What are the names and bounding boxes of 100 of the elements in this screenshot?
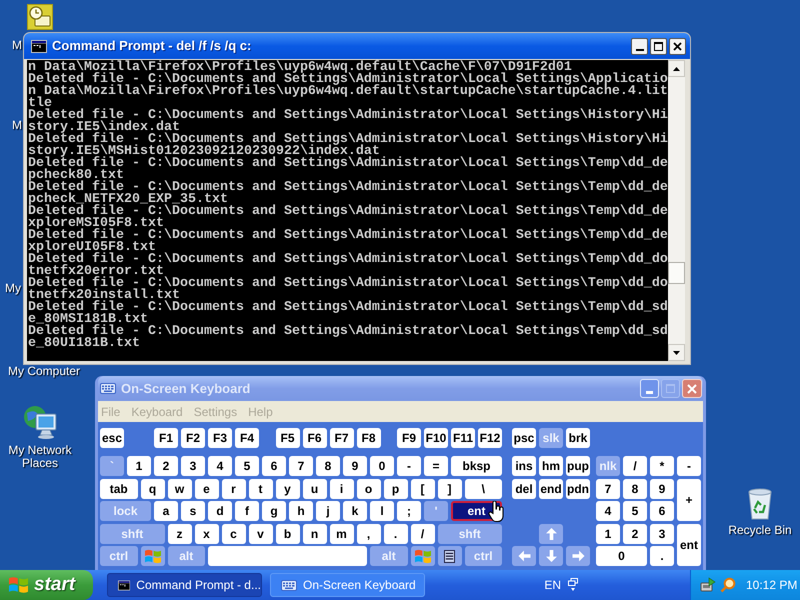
key[interactable]: 7 bbox=[596, 478, 620, 498]
key[interactable]: . bbox=[384, 524, 408, 544]
key[interactable]: pdn bbox=[566, 478, 590, 498]
key[interactable]: z bbox=[168, 524, 192, 544]
key[interactable]: F1 bbox=[154, 428, 178, 448]
key[interactable]: - bbox=[677, 456, 701, 476]
key[interactable]: [ bbox=[410, 478, 434, 498]
key[interactable]: 7 bbox=[289, 456, 313, 476]
key[interactable]: 8 bbox=[316, 456, 340, 476]
key[interactable]: * bbox=[650, 456, 674, 476]
key[interactable]: F4 bbox=[235, 428, 259, 448]
key[interactable]: y bbox=[276, 478, 300, 498]
key[interactable]: g bbox=[262, 501, 286, 521]
key[interactable]: c bbox=[222, 524, 246, 544]
key[interactable]: r bbox=[222, 478, 246, 498]
key[interactable]: 1 bbox=[596, 524, 620, 544]
key[interactable]: del bbox=[512, 478, 536, 498]
magnifier-icon[interactable] bbox=[720, 577, 736, 593]
key[interactable]: ] bbox=[438, 478, 462, 498]
key[interactable]: m bbox=[330, 524, 354, 544]
arrow-down-key[interactable] bbox=[539, 546, 563, 566]
key[interactable]: a bbox=[154, 501, 178, 521]
key[interactable]: 8 bbox=[623, 478, 647, 498]
key[interactable]: F5 bbox=[276, 428, 300, 448]
key[interactable]: u bbox=[302, 478, 326, 498]
menu-key[interactable] bbox=[438, 546, 462, 566]
key[interactable]: ent bbox=[677, 524, 701, 566]
key[interactable]: o bbox=[356, 478, 380, 498]
key[interactable]: 9 bbox=[343, 456, 367, 476]
key[interactable]: 9 bbox=[650, 478, 674, 498]
key[interactable]: = bbox=[424, 456, 448, 476]
arrow-up-key[interactable] bbox=[539, 524, 563, 544]
key[interactable]: 0 bbox=[596, 546, 647, 566]
key[interactable]: ins bbox=[512, 456, 536, 476]
key[interactable]: psc bbox=[512, 428, 536, 448]
key[interactable]: 5 bbox=[235, 456, 259, 476]
key[interactable]: 2 bbox=[623, 524, 647, 544]
key[interactable]: F11 bbox=[451, 428, 475, 448]
key[interactable]: q bbox=[140, 478, 164, 498]
key[interactable]: brk bbox=[566, 428, 590, 448]
scrollbar-track[interactable] bbox=[668, 60, 685, 361]
arrow-right-key[interactable] bbox=[566, 546, 590, 566]
key[interactable]: hm bbox=[539, 456, 563, 476]
desktop-icon-label[interactable]: My Computer bbox=[8, 365, 80, 378]
key[interactable]: F8 bbox=[356, 428, 380, 448]
key[interactable]: b bbox=[276, 524, 300, 544]
key[interactable]: s bbox=[181, 501, 205, 521]
key[interactable]: 4 bbox=[208, 456, 232, 476]
desktop-icon-label[interactable]: My Network Places bbox=[4, 444, 76, 470]
key[interactable]: - bbox=[397, 456, 421, 476]
arrow-left-key[interactable] bbox=[512, 546, 536, 566]
key[interactable]: 6 bbox=[262, 456, 286, 476]
minimize-button[interactable] bbox=[631, 38, 648, 54]
key[interactable]: 4 bbox=[596, 501, 620, 521]
key[interactable]: f bbox=[235, 501, 259, 521]
clock-card-icon[interactable] bbox=[27, 4, 53, 30]
key[interactable]: k bbox=[343, 501, 367, 521]
key[interactable]: 0 bbox=[370, 456, 394, 476]
key[interactable]: 6 bbox=[650, 501, 674, 521]
desktop-icon-label[interactable]: M bbox=[12, 119, 22, 132]
scroll-down-button[interactable] bbox=[668, 344, 685, 361]
key[interactable]: end bbox=[539, 478, 563, 498]
globe-monitor-icon[interactable] bbox=[22, 404, 58, 440]
desktop-icon-label[interactable]: My bbox=[5, 282, 21, 295]
key[interactable]: pup bbox=[566, 456, 590, 476]
desktop-icon-label[interactable]: M bbox=[12, 39, 22, 52]
key[interactable]: n bbox=[302, 524, 326, 544]
restore-arrow-icon[interactable] bbox=[568, 578, 578, 592]
key[interactable]: F6 bbox=[302, 428, 326, 448]
key[interactable]: p bbox=[384, 478, 408, 498]
key[interactable]: h bbox=[289, 501, 313, 521]
key[interactable]: + bbox=[677, 478, 701, 521]
scroll-up-button[interactable] bbox=[668, 60, 685, 77]
key[interactable]: x bbox=[194, 524, 218, 544]
taskbar-button[interactable]: On-Screen Keyboard bbox=[270, 573, 425, 597]
key[interactable]: F3 bbox=[208, 428, 232, 448]
key[interactable]: esc bbox=[100, 428, 124, 448]
key[interactable]: F9 bbox=[397, 428, 421, 448]
key[interactable]: 2 bbox=[154, 456, 178, 476]
key[interactable]: l bbox=[370, 501, 394, 521]
desktop-icon-label[interactable]: Recycle Bin bbox=[724, 524, 796, 537]
key[interactable]: j bbox=[316, 501, 340, 521]
scrollbar-thumb[interactable] bbox=[668, 262, 685, 284]
key[interactable]: . bbox=[650, 546, 674, 566]
windows-key[interactable] bbox=[140, 546, 164, 566]
key[interactable]: e bbox=[194, 478, 218, 498]
maximize-button[interactable] bbox=[650, 38, 667, 54]
key[interactable]: 1 bbox=[127, 456, 151, 476]
key[interactable]: t bbox=[248, 478, 272, 498]
key[interactable]: / bbox=[623, 456, 647, 476]
key[interactable]: F7 bbox=[330, 428, 354, 448]
taskbar-button[interactable]: Command Prompt - d... bbox=[107, 573, 262, 597]
key[interactable]: , bbox=[356, 524, 380, 544]
key[interactable]: w bbox=[168, 478, 192, 498]
key[interactable]: F12 bbox=[478, 428, 502, 448]
key[interactable]: i bbox=[330, 478, 354, 498]
device-arrow-icon[interactable] bbox=[700, 577, 716, 593]
key[interactable]: d bbox=[208, 501, 232, 521]
key[interactable]: F2 bbox=[181, 428, 205, 448]
key[interactable]: 3 bbox=[181, 456, 205, 476]
